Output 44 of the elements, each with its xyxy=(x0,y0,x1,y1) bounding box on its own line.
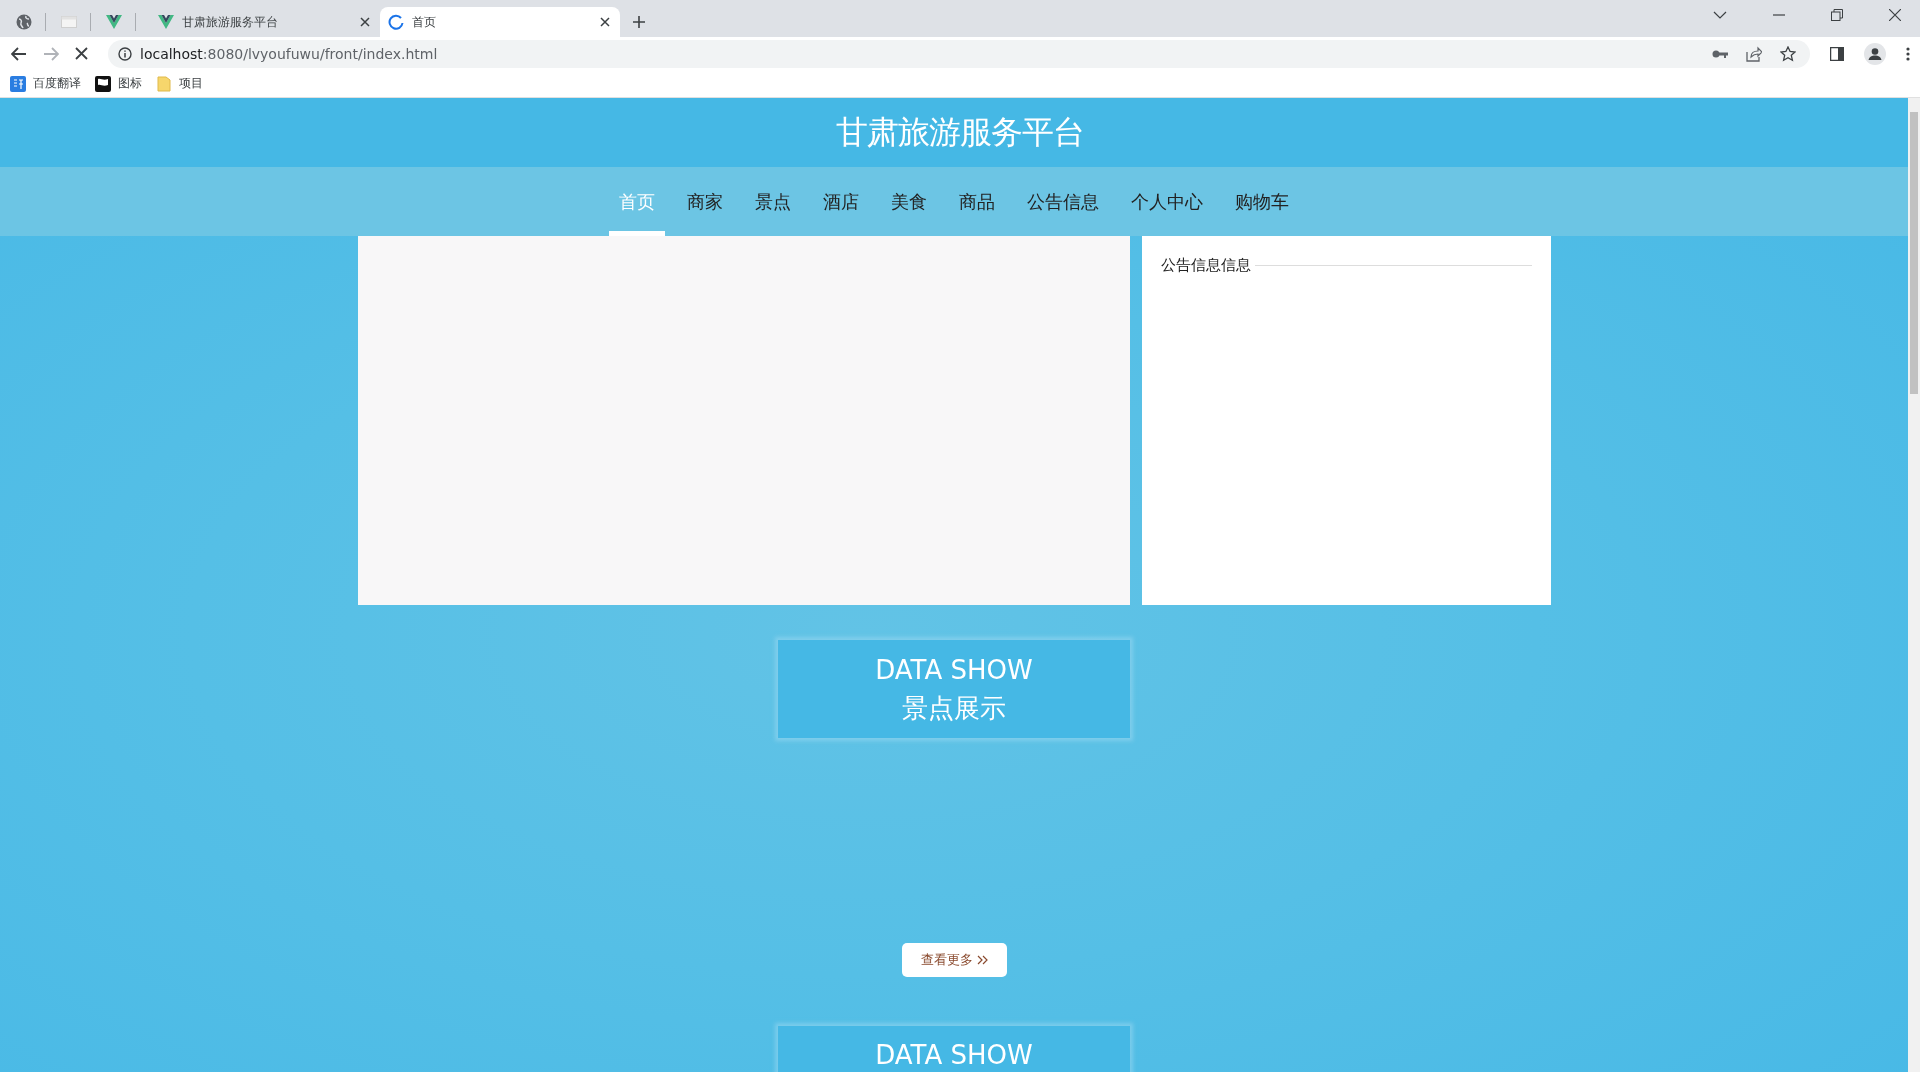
flag-icon xyxy=(95,75,111,92)
heading-text: 景点展示 xyxy=(902,692,1006,725)
more-menu-icon[interactable] xyxy=(1906,46,1910,61)
restore-icon[interactable] xyxy=(1831,9,1843,21)
heading-text: DATA SHOW xyxy=(875,654,1033,687)
notice-title: 公告信息信息 xyxy=(1160,256,1251,275)
folder-icon xyxy=(156,75,172,92)
nav-link[interactable]: 商家 xyxy=(677,167,733,236)
close-icon[interactable] xyxy=(1889,9,1901,21)
browser-tab[interactable]: 甘肃旅游服务平台 xyxy=(150,7,380,37)
translate-icon xyxy=(10,75,26,92)
nav-link[interactable]: 公告信息 xyxy=(1017,167,1109,236)
nav-link[interactable]: 购物车 xyxy=(1225,167,1299,236)
nav-link[interactable]: 景点 xyxy=(745,167,801,236)
side-panel-icon[interactable] xyxy=(1830,46,1844,61)
heading-text: DATA SHOW xyxy=(875,1039,1033,1072)
globe-icon[interactable] xyxy=(16,14,32,30)
share-icon[interactable] xyxy=(1746,45,1762,62)
info-icon xyxy=(118,46,132,61)
nav-link[interactable]: 商品 xyxy=(949,167,1005,236)
site-title: 甘肃旅游服务平台 xyxy=(836,111,1084,153)
chevron-down-icon[interactable] xyxy=(1713,11,1727,19)
close-icon[interactable] xyxy=(600,17,610,27)
profile-avatar-icon[interactable] xyxy=(1864,42,1886,65)
star-icon[interactable] xyxy=(1780,45,1796,62)
url-text: localhost:8080/lvyoufuwu/front/index.html xyxy=(140,45,438,62)
back-arrow-icon[interactable] xyxy=(11,46,27,61)
double-chevron-icon xyxy=(976,955,988,965)
plus-icon[interactable] xyxy=(632,15,646,29)
browser-tab[interactable]: 首页 xyxy=(380,7,620,37)
bookmark[interactable]: 图标 xyxy=(95,75,142,92)
bookmark[interactable]: 项目 xyxy=(156,75,203,92)
nav-link[interactable]: 个人中心 xyxy=(1121,167,1213,236)
nav-link[interactable]: 美食 xyxy=(881,167,937,236)
address-bar[interactable]: localhost:8080/lvyoufuwu/front/index.html xyxy=(108,39,1810,68)
nav-link[interactable]: 酒店 xyxy=(813,167,869,236)
stop-loading-icon[interactable] xyxy=(75,47,88,60)
v-logo-icon[interactable] xyxy=(106,14,122,30)
view-more-button[interactable]: 查看更多 xyxy=(901,943,1007,977)
close-icon[interactable] xyxy=(360,17,370,27)
scrollbar-thumb[interactable] xyxy=(1910,112,1918,394)
key-icon[interactable] xyxy=(1712,48,1728,59)
scrollbar[interactable] xyxy=(1908,98,1920,1072)
bookmark[interactable]: 百度翻译 xyxy=(10,75,81,92)
